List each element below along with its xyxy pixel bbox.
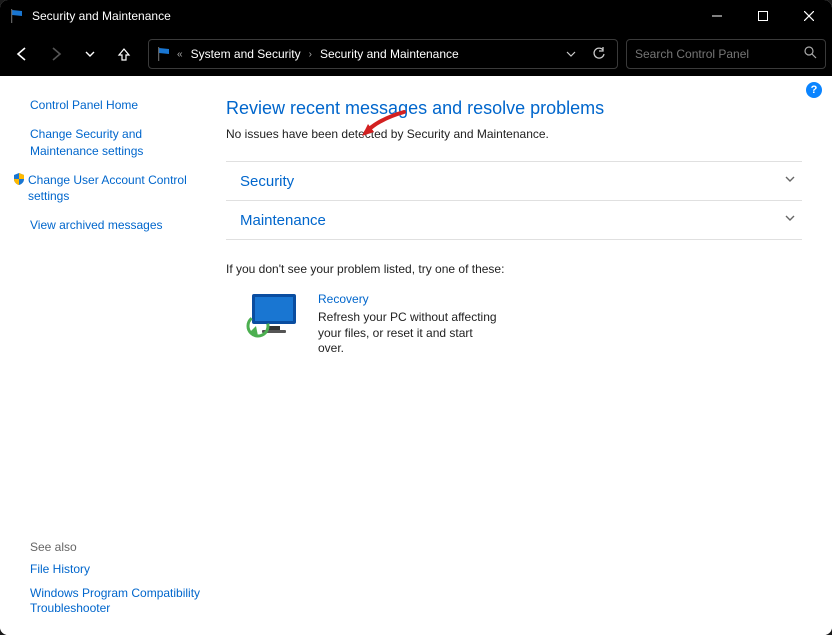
search-input[interactable] bbox=[635, 47, 803, 61]
window: Security and Maintenance « System and Se… bbox=[0, 0, 832, 635]
breadcrumb-back-icon[interactable]: « bbox=[177, 49, 183, 60]
see-also-compat-troubleshooter[interactable]: Windows Program Compatibility Troublesho… bbox=[30, 586, 208, 617]
recent-locations-button[interactable] bbox=[74, 38, 106, 70]
recovery-link[interactable]: Recovery bbox=[318, 292, 498, 306]
address-bar[interactable]: « System and Security › Security and Mai… bbox=[148, 39, 618, 69]
shield-icon bbox=[12, 172, 26, 206]
breadcrumb: « System and Security › Security and Mai… bbox=[177, 45, 557, 63]
section-security[interactable]: Security bbox=[226, 161, 802, 200]
recovery-text: Recovery Refresh your PC without affecti… bbox=[318, 292, 498, 357]
main: ? Review recent messages and resolve pro… bbox=[218, 76, 832, 635]
chevron-down-icon bbox=[784, 172, 796, 190]
section-label: Security bbox=[240, 173, 784, 190]
window-title: Security and Maintenance bbox=[32, 9, 694, 23]
content: Control Panel Home Change Security and M… bbox=[0, 76, 832, 635]
up-button[interactable] bbox=[108, 38, 140, 70]
chevron-down-icon bbox=[784, 211, 796, 229]
recovery-block: Recovery Refresh your PC without affecti… bbox=[226, 292, 802, 357]
page-heading: Review recent messages and resolve probl… bbox=[226, 98, 802, 119]
address-dropdown-button[interactable] bbox=[557, 40, 585, 68]
page-subtext: No issues have been detected by Security… bbox=[226, 127, 802, 141]
task-label: Change Security and Maintenance settings bbox=[30, 126, 208, 160]
search-box[interactable] bbox=[626, 39, 826, 69]
app-flag-icon bbox=[10, 9, 26, 23]
task-change-security-settings[interactable]: Change Security and Maintenance settings bbox=[30, 126, 208, 160]
see-also-file-history[interactable]: File History bbox=[30, 562, 208, 578]
see-also-header: See also bbox=[30, 540, 208, 554]
navbar: « System and Security › Security and Mai… bbox=[0, 32, 832, 76]
help-icon[interactable]: ? bbox=[806, 82, 822, 98]
close-button[interactable] bbox=[786, 0, 832, 32]
task-label: View archived messages bbox=[30, 217, 163, 234]
fallback-text: If you don't see your problem listed, tr… bbox=[226, 262, 802, 276]
maximize-button[interactable] bbox=[740, 0, 786, 32]
section-label: Maintenance bbox=[240, 212, 784, 229]
breadcrumb-flag-icon bbox=[157, 47, 173, 61]
back-button[interactable] bbox=[6, 38, 38, 70]
forward-button[interactable] bbox=[40, 38, 72, 70]
section-maintenance[interactable]: Maintenance bbox=[226, 200, 802, 240]
search-icon[interactable] bbox=[803, 45, 817, 64]
titlebar: Security and Maintenance bbox=[0, 0, 832, 32]
task-label: Change User Account Control settings bbox=[28, 172, 208, 206]
minimize-button[interactable] bbox=[694, 0, 740, 32]
recovery-monitor-icon bbox=[246, 292, 300, 334]
task-change-uac-settings[interactable]: Change User Account Control settings bbox=[30, 172, 208, 206]
breadcrumb-system-security[interactable]: System and Security bbox=[187, 45, 305, 63]
control-panel-home-link[interactable]: Control Panel Home bbox=[30, 98, 208, 112]
recovery-desc: Refresh your PC without affecting your f… bbox=[318, 310, 498, 357]
chevron-right-icon: › bbox=[309, 49, 312, 60]
sidebar: Control Panel Home Change Security and M… bbox=[0, 76, 218, 635]
breadcrumb-security-maintenance[interactable]: Security and Maintenance bbox=[316, 45, 463, 63]
refresh-button[interactable] bbox=[585, 40, 613, 68]
task-view-archived-messages[interactable]: View archived messages bbox=[30, 217, 208, 234]
